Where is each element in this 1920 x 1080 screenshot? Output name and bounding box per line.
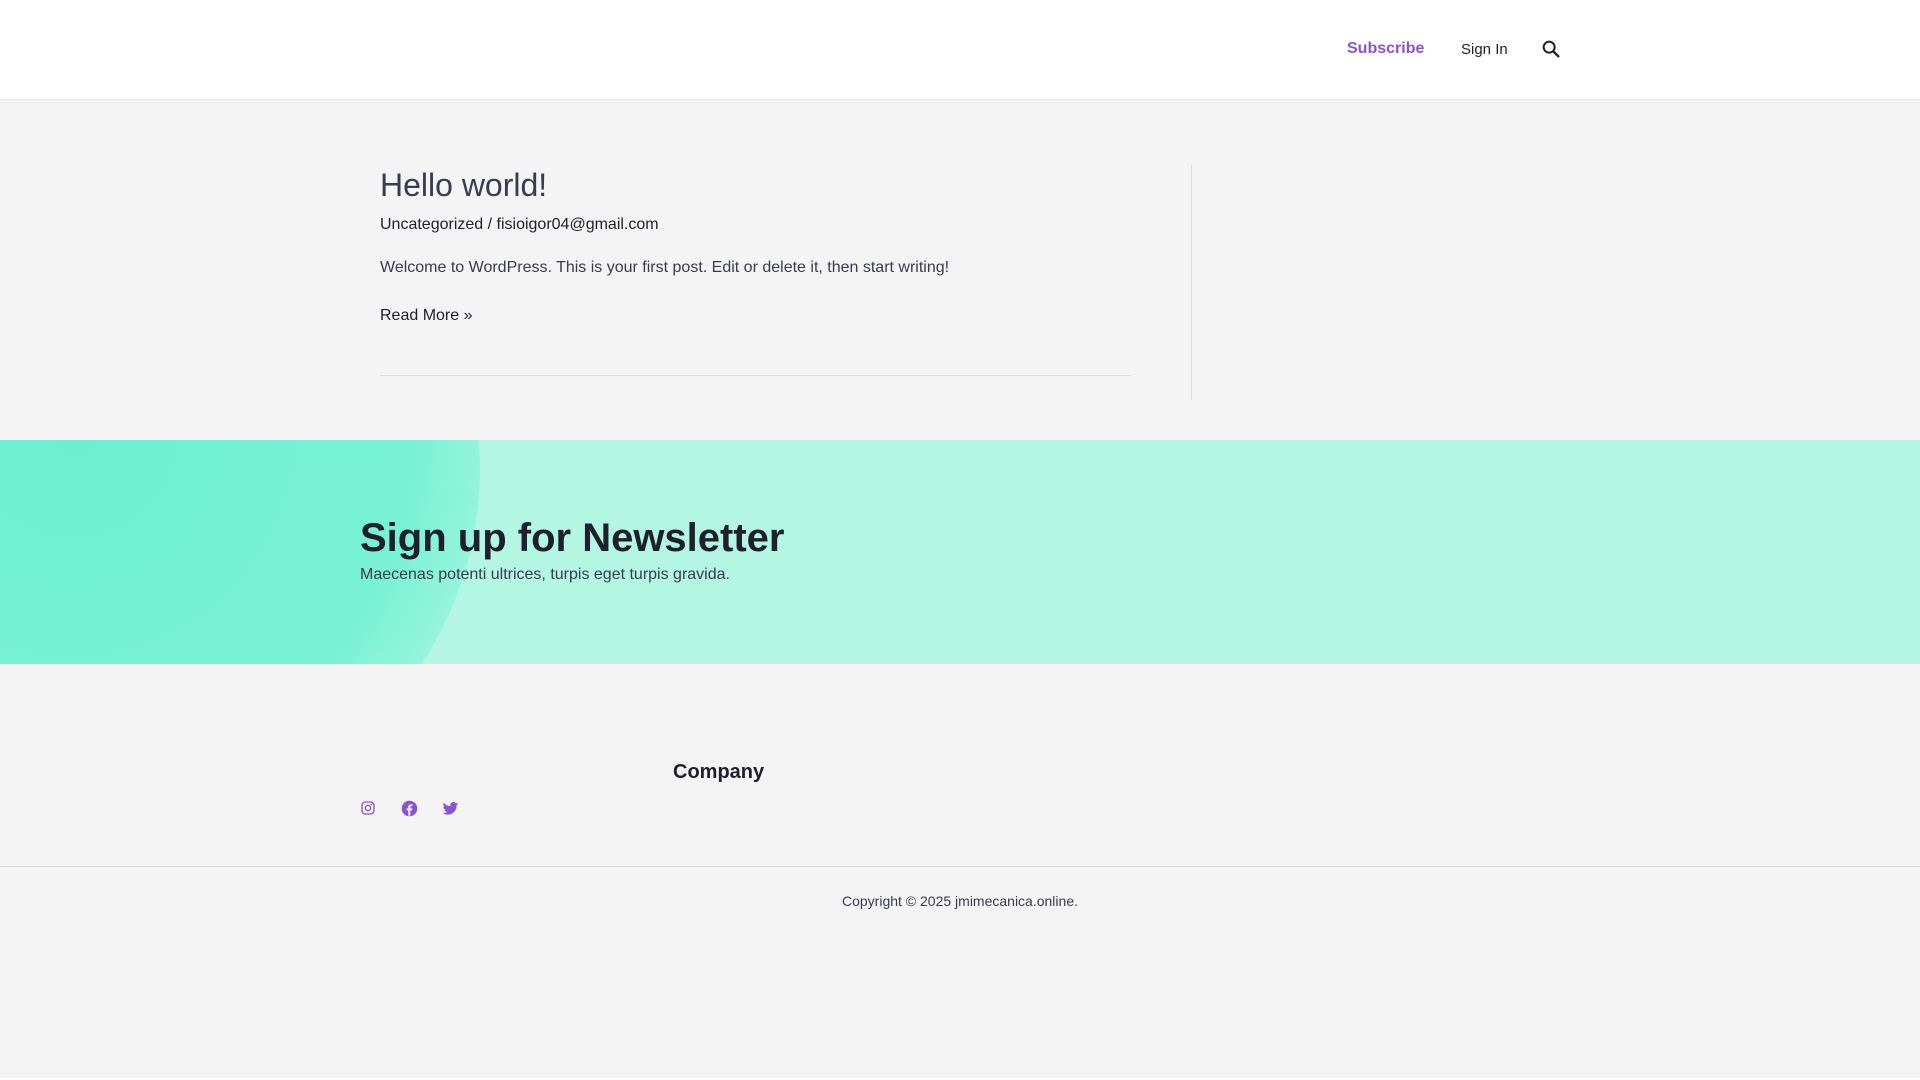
post-meta: Uncategorized / fisioigor04@gmail.com (380, 215, 1131, 235)
twitter-icon[interactable] (442, 800, 459, 817)
search-icon[interactable] (1540, 38, 1562, 60)
read-more-link[interactable]: Read More » (380, 307, 473, 325)
facebook-icon[interactable] (401, 800, 418, 817)
sidebar-divider (1191, 165, 1192, 400)
copyright-prefix: Copyright © 2025 (842, 893, 956, 909)
copyright-text: Copyright © 2025 jmimecanica.online. (0, 893, 1920, 909)
site-header: Subscribe Sign In (0, 0, 1920, 100)
post-category-link[interactable]: Uncategorized (380, 216, 483, 233)
subscribe-link[interactable]: Subscribe (1347, 40, 1424, 58)
copyright-site-link[interactable]: jmimecanica.online (955, 893, 1074, 909)
footer-divider (0, 866, 1920, 867)
newsletter-title: Sign up for Newsletter (360, 516, 785, 560)
social-links (360, 800, 459, 817)
post-divider (380, 375, 1131, 376)
newsletter-subtitle: Maecenas potenti ultrices, turpis eget t… (360, 566, 730, 583)
meta-separator: / (483, 216, 497, 233)
post-title[interactable]: Hello world! (380, 165, 1131, 205)
footer-company-heading: Company (673, 761, 765, 783)
sign-in-link[interactable]: Sign In (1461, 41, 1508, 58)
post-author-link[interactable]: fisioigor04@gmail.com (497, 216, 659, 233)
instagram-icon[interactable] (360, 800, 377, 817)
post-excerpt: Welcome to WordPress. This is your first… (380, 259, 950, 276)
post-entry: Hello world! Uncategorized / fisioigor04… (380, 165, 1131, 325)
copyright-suffix: . (1074, 893, 1078, 909)
newsletter-section: Sign up for Newsletter Maecenas potenti … (0, 440, 1920, 664)
